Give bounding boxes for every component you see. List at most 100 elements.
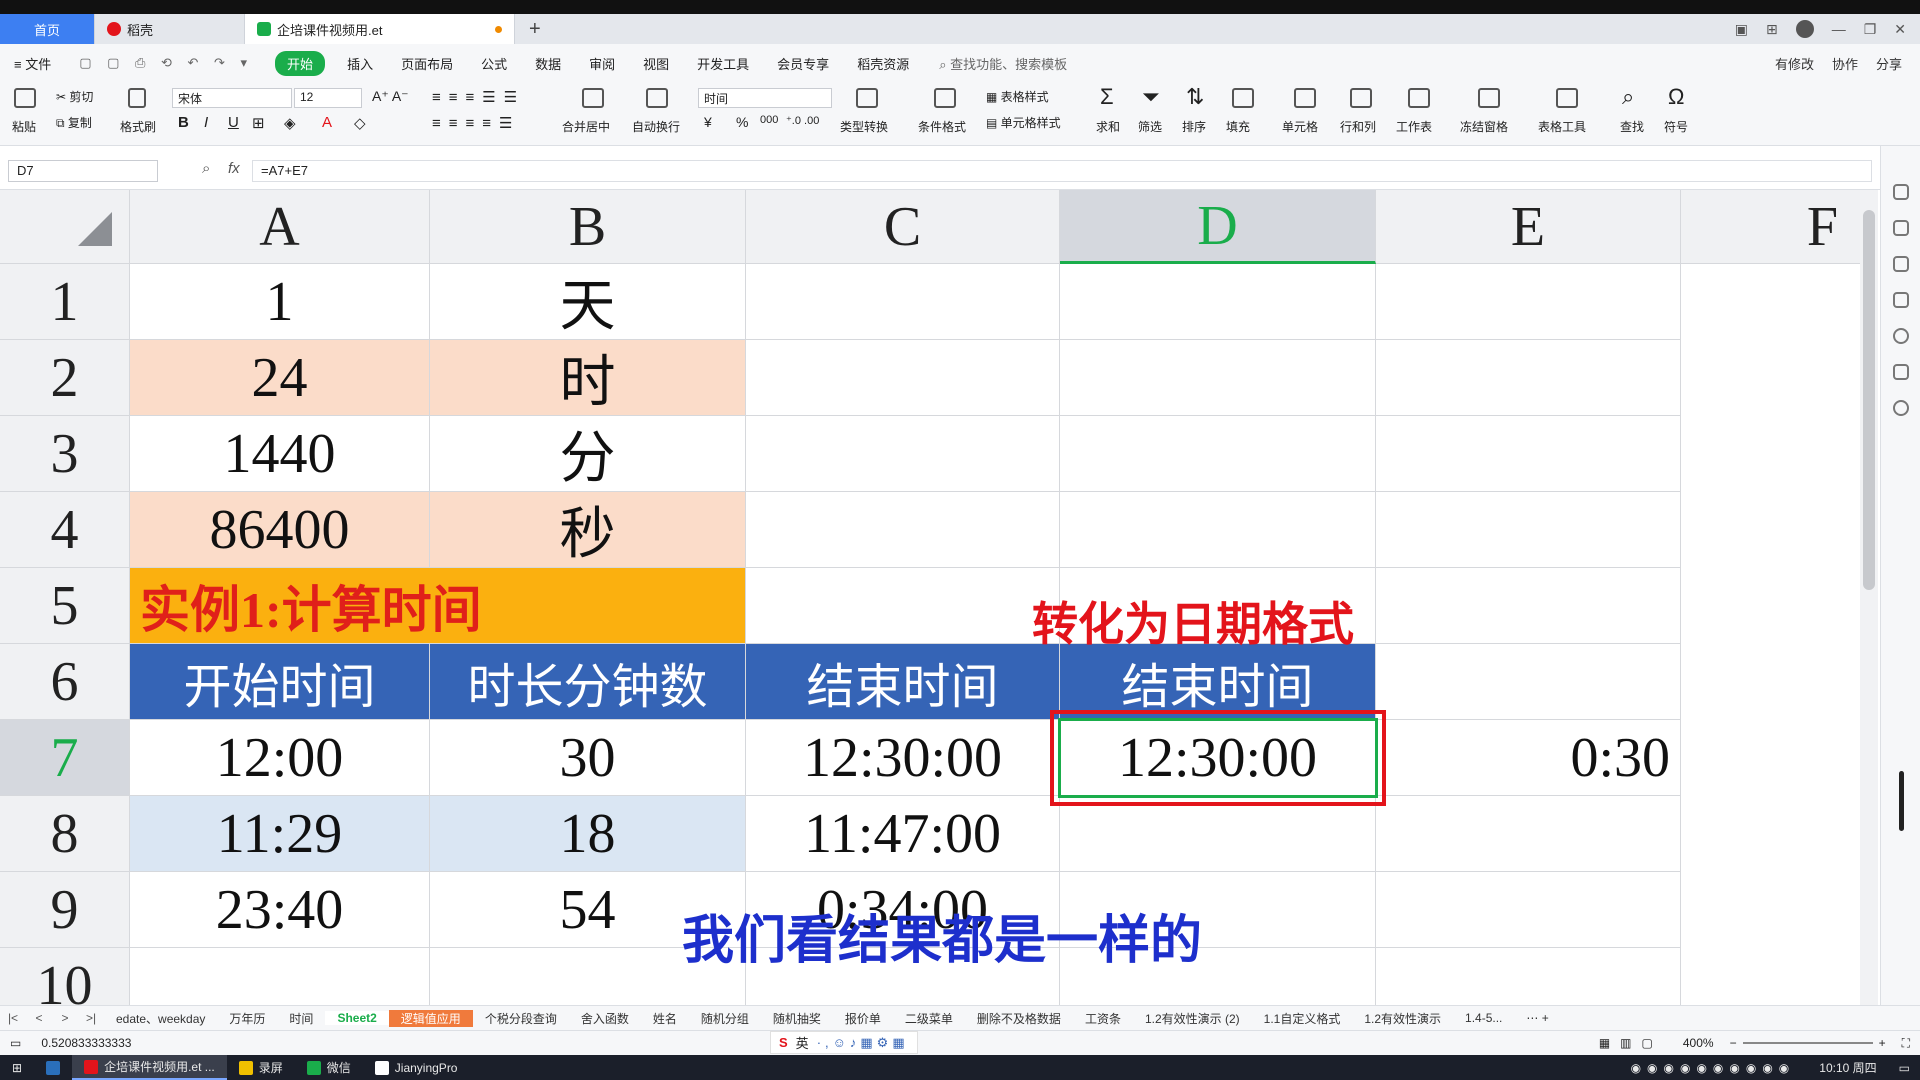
cell-d1[interactable] <box>1060 264 1376 340</box>
freeze-panes-label[interactable]: 冻结窗格 <box>1460 118 1508 135</box>
notification-icon[interactable]: ▭ <box>1889 1061 1920 1075</box>
cell-c3[interactable] <box>746 416 1060 492</box>
sheet-tab[interactable]: 随机抽奖 <box>761 1010 833 1027</box>
align-horizontal-icons[interactable]: ≡≡≡≡☰ <box>432 114 520 132</box>
font-grow-icon[interactable]: A⁺ A⁻ <box>372 88 409 105</box>
cell-b4[interactable]: 秒 <box>430 492 746 568</box>
row-header-6[interactable]: 6 <box>0 644 130 720</box>
row-header-10[interactable]: 10 <box>0 948 130 1005</box>
sheet-tab[interactable]: 个税分段查询 <box>473 1010 569 1027</box>
clear-format-icon[interactable]: ◇ <box>354 114 366 132</box>
worksheet-icon[interactable] <box>1408 88 1430 108</box>
taskbar-item-wps[interactable]: 企培课件视频用.et ... <box>72 1055 227 1080</box>
column-header-c[interactable]: C <box>746 190 1060 264</box>
cell-a3[interactable]: 1440 <box>130 416 430 492</box>
font-name-select[interactable]: 宋体 <box>172 88 292 108</box>
cell-b6-header[interactable]: 时长分钟数 <box>430 644 746 720</box>
close-icon[interactable]: ✕ <box>1894 21 1906 38</box>
zoom-formula-icon[interactable]: ⌕ <box>202 160 210 177</box>
collaborate-button[interactable]: 协作 <box>1832 54 1858 73</box>
tab-workbook[interactable]: 企培课件视频用.et <box>245 14 515 44</box>
cell-c7[interactable]: 12:30:00 <box>746 720 1060 796</box>
column-f-area[interactable] <box>1681 264 1861 1005</box>
cell-icon[interactable] <box>1294 88 1316 108</box>
cell-a1[interactable]: 1 <box>130 264 430 340</box>
symbol-label[interactable]: 符号 <box>1664 118 1688 135</box>
column-header-f[interactable]: F <box>1681 190 1861 264</box>
worksheet-label[interactable]: 工作表 <box>1396 118 1432 135</box>
fullscreen-icon[interactable]: ⛶ <box>1892 1036 1920 1051</box>
fill-color-icon[interactable]: ◈ <box>284 114 296 132</box>
style-panel-icon[interactable] <box>1893 184 1909 200</box>
restore-icon[interactable]: ❐ <box>1864 21 1877 38</box>
find-icon[interactable]: ⌕ <box>1622 84 1634 110</box>
cell-a5-title[interactable]: 实例1:计算时间 <box>130 568 746 644</box>
font-size-select[interactable]: 12 <box>294 88 362 108</box>
menu-formula[interactable]: 公式 <box>467 54 521 73</box>
find-label[interactable]: 查找 <box>1620 118 1644 135</box>
sheet-tab[interactable]: 逻辑值应用 <box>388 1009 473 1027</box>
cell-e4[interactable] <box>1376 492 1681 568</box>
cell-label[interactable]: 单元格 <box>1282 118 1318 135</box>
clock[interactable]: 10:10 周四 <box>1807 1059 1888 1076</box>
cell-b3[interactable]: 分 <box>430 416 746 492</box>
cell-b2[interactable]: 时 <box>430 340 746 416</box>
menu-data[interactable]: 数据 <box>521 54 575 73</box>
menu-member[interactable]: 会员专享 <box>763 54 843 73</box>
row-col-label[interactable]: 行和列 <box>1340 118 1376 135</box>
cell-d4[interactable] <box>1060 492 1376 568</box>
align-top-icons[interactable]: ≡≡≡☰☰ <box>432 88 525 106</box>
ime-language[interactable]: 英 <box>796 1033 809 1052</box>
help-icon[interactable] <box>1893 328 1909 344</box>
cell-a8[interactable]: 11:29 <box>130 796 430 872</box>
row-col-icon[interactable] <box>1350 88 1372 108</box>
format-painter-label[interactable]: 格式刷 <box>120 118 156 135</box>
taskbar-item-recorder[interactable]: 录屏 <box>227 1055 295 1080</box>
sheet-tab[interactable]: 时间 <box>277 1010 325 1027</box>
menu-review[interactable]: 审阅 <box>575 54 629 73</box>
sheet-tab[interactable]: 1.2有效性演示 <box>1352 1010 1453 1027</box>
row-header-7[interactable]: 7 <box>0 720 130 796</box>
cell-c8[interactable]: 11:47:00 <box>746 796 1060 872</box>
symbol-icon[interactable]: Ω <box>1668 84 1684 110</box>
taskbar-item-jianying[interactable]: JianyingPro <box>363 1055 470 1080</box>
percent-button[interactable]: % <box>736 114 748 130</box>
view-mode-icons[interactable]: ▦▥▢ <box>1589 1036 1673 1050</box>
cell-c2[interactable] <box>746 340 1060 416</box>
filter-icon[interactable]: ⏷ <box>1142 84 1160 110</box>
menu-developer[interactable]: 开发工具 <box>683 54 763 73</box>
minimize-icon[interactable]: — <box>1832 21 1846 37</box>
taskbar-item-wechat[interactable]: 微信 <box>295 1055 363 1080</box>
avatar[interactable] <box>1795 20 1814 38</box>
menu-docer-resources[interactable]: 稻壳资源 <box>843 54 923 73</box>
zoom-handle[interactable] <box>1899 771 1904 831</box>
menu-file[interactable]: ≡ 文件 <box>0 54 65 73</box>
row-header-9[interactable]: 9 <box>0 872 130 948</box>
last-sheet-icon[interactable]: >| <box>78 1011 104 1025</box>
sort-label[interactable]: 排序 <box>1182 118 1206 135</box>
fx-icon[interactable]: fx <box>228 160 240 177</box>
sheet-tab[interactable]: 1.4-5... <box>1453 1011 1514 1025</box>
paste-label[interactable]: 粘贴 <box>12 118 36 135</box>
cell-d6-header[interactable]: 结束时间 <box>1060 644 1376 720</box>
cell-b8[interactable]: 18 <box>430 796 746 872</box>
cell-c5[interactable] <box>746 568 1060 644</box>
border-icon[interactable]: ⊞ <box>252 114 265 132</box>
cell-a4[interactable]: 86400 <box>130 492 430 568</box>
row-header-1[interactable]: 1 <box>0 264 130 340</box>
table-tools-label[interactable]: 表格工具 <box>1538 118 1586 135</box>
cell-e8[interactable] <box>1376 796 1681 872</box>
sheet-tab[interactable]: 删除不及格数据 <box>965 1010 1073 1027</box>
paste-icon[interactable] <box>14 88 36 108</box>
add-sheet-button[interactable]: ⋯ + <box>1514 1011 1560 1025</box>
italic-button[interactable]: I <box>204 114 208 131</box>
grid-icon[interactable]: ⊞ <box>1766 21 1778 38</box>
start-icon[interactable]: ⊞ <box>0 1055 34 1080</box>
font-color-button[interactable]: A <box>322 114 332 131</box>
row-header-8[interactable]: 8 <box>0 796 130 872</box>
share-panel-icon[interactable] <box>1893 400 1909 416</box>
fill-label[interactable]: 填充 <box>1226 118 1250 135</box>
cell-e6[interactable] <box>1376 644 1681 720</box>
function-search[interactable]: ⌕ 查找功能、搜索模板 <box>923 54 1081 73</box>
filter-label[interactable]: 筛选 <box>1138 118 1162 135</box>
